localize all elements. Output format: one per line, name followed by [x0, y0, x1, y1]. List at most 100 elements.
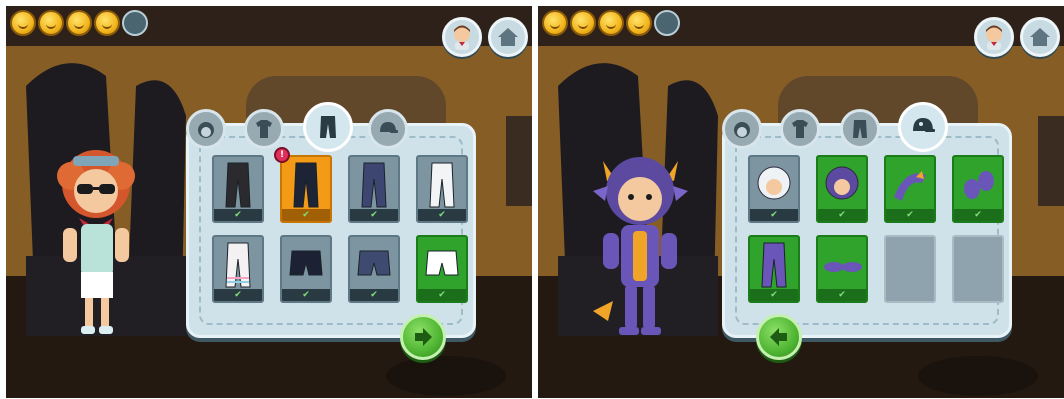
monster-shoes-graphic [824, 262, 862, 272]
owned-indicator: ✔ [886, 209, 934, 221]
checkmark-icon: ✔ [234, 209, 242, 220]
home-icon [1030, 28, 1050, 46]
monster-head-graphic [825, 166, 859, 200]
coin-icon [626, 10, 652, 36]
tab-tops[interactable] [780, 109, 820, 149]
home-button[interactable] [1020, 17, 1060, 57]
white-shorts-graphic [425, 250, 459, 276]
hair-icon [734, 122, 750, 138]
game-screen-left: ✔ ✔! ✔ ✔ ✔ ✔ ✔ ✔ [6, 6, 532, 398]
boy-avatar-icon [454, 25, 470, 50]
owned-indicator: ✔ [818, 209, 866, 221]
empty-coin-icon [654, 10, 680, 36]
item-slot-blue-jeans[interactable]: ✔ [348, 155, 400, 223]
pants-icon [320, 116, 336, 138]
coin-icon [10, 10, 36, 36]
monster-gloves-graphic [964, 171, 994, 199]
empty-item-slot [952, 235, 1004, 303]
item-slot-navy-pants[interactable]: ✔ [280, 155, 332, 223]
checkmark-icon: ✔ [770, 209, 778, 220]
cap-icon [380, 122, 398, 133]
coin-icon [542, 10, 568, 36]
checkmark-icon: ✔ [438, 209, 446, 220]
item-slot-white-ghost-hat[interactable]: ✔ [748, 155, 800, 223]
new-item-badge: ! [274, 147, 290, 163]
checkmark-icon: ✔ [234, 289, 242, 300]
right-arrow-icon [415, 328, 432, 346]
character-avatar-button[interactable] [442, 17, 482, 57]
character-avatar-button[interactable] [974, 17, 1014, 57]
owned-indicator: ✔ [418, 289, 466, 301]
tab-hats[interactable] [898, 102, 948, 152]
tab-hats[interactable] [368, 109, 408, 149]
owned-indicator: ✔ [750, 209, 798, 221]
tab-hair[interactable] [186, 109, 226, 149]
checkmark-icon: ✔ [302, 209, 310, 220]
item-slot-striped-leggings[interactable]: ✔ [212, 235, 264, 303]
item-slot-black-pants[interactable]: ✔ [212, 155, 264, 223]
item-slot-monster-gloves[interactable]: ✔ [952, 155, 1004, 223]
game-screen-right: ✔ ✔ ✔ ✔ ✔ ✔ [538, 6, 1064, 398]
coin-icon [66, 10, 92, 36]
empty-coin-icon [122, 10, 148, 36]
coin-icon [598, 10, 624, 36]
shirt-icon [256, 120, 272, 138]
player-character[interactable] [583, 141, 698, 346]
tab-bottoms[interactable] [303, 102, 353, 152]
hair-icon [198, 122, 214, 138]
blue-jeans-graphic [361, 162, 387, 208]
owned-indicator: ✔ [818, 289, 866, 301]
home-icon [498, 28, 518, 46]
owned-indicator: ✔ [214, 289, 262, 301]
owned-indicator: ✔ [350, 209, 398, 221]
left-arrow-icon [770, 328, 787, 346]
coin-counter [10, 10, 148, 36]
monster-tail-graphic [894, 171, 926, 201]
tab-bottoms[interactable] [840, 109, 880, 149]
cap-icon [913, 118, 935, 132]
shirt-icon [792, 120, 808, 138]
owned-indicator: ✔ [350, 289, 398, 301]
owned-indicator: ✔ [282, 209, 330, 221]
item-slot-denim-shorts[interactable]: ✔ [348, 235, 400, 303]
checkmark-icon: ✔ [906, 209, 914, 220]
item-slot-monster-tail[interactable]: ✔ [884, 155, 936, 223]
striped-leggings-graphic [225, 242, 251, 288]
coin-icon [570, 10, 596, 36]
white-ghost-hat-graphic [757, 166, 791, 200]
checkmark-icon: ✔ [838, 289, 846, 300]
item-slot-white-pants[interactable]: ✔ [416, 155, 468, 223]
coin-icon [94, 10, 120, 36]
owned-indicator: ✔ [750, 289, 798, 301]
owned-indicator: ✔ [214, 209, 262, 221]
checkmark-icon: ✔ [838, 209, 846, 220]
empty-item-slot [884, 235, 936, 303]
item-slot-monster-shoes[interactable]: ✔ [816, 235, 868, 303]
back-arrow-button[interactable] [756, 314, 802, 360]
black-pants-graphic [225, 162, 251, 208]
home-button[interactable] [488, 17, 528, 57]
tab-tops[interactable] [244, 109, 284, 149]
monster-legs-graphic [761, 242, 787, 288]
checkmark-icon: ✔ [438, 289, 446, 300]
boy-avatar-icon [986, 25, 1002, 50]
navy-pants-graphic [293, 162, 319, 208]
player-character[interactable] [41, 136, 151, 346]
next-arrow-button[interactable] [400, 314, 446, 360]
pants-icon [853, 120, 867, 138]
tab-hair[interactable] [722, 109, 762, 149]
coin-icon [38, 10, 64, 36]
checkmark-icon: ✔ [770, 289, 778, 300]
owned-indicator: ✔ [954, 209, 1002, 221]
item-slot-monster-head[interactable]: ✔ [816, 155, 868, 223]
white-pants-graphic [429, 162, 455, 208]
checkmark-icon: ✔ [974, 209, 982, 220]
owned-indicator: ✔ [418, 209, 466, 221]
denim-shorts-graphic [357, 250, 391, 276]
checkmark-icon: ✔ [370, 289, 378, 300]
item-slot-navy-shorts[interactable]: ✔ [280, 235, 332, 303]
item-slot-monster-legs[interactable]: ✔ [748, 235, 800, 303]
checkmark-icon: ✔ [370, 209, 378, 220]
item-slot-white-shorts[interactable]: ✔ [416, 235, 468, 303]
navy-shorts-graphic [289, 250, 323, 276]
